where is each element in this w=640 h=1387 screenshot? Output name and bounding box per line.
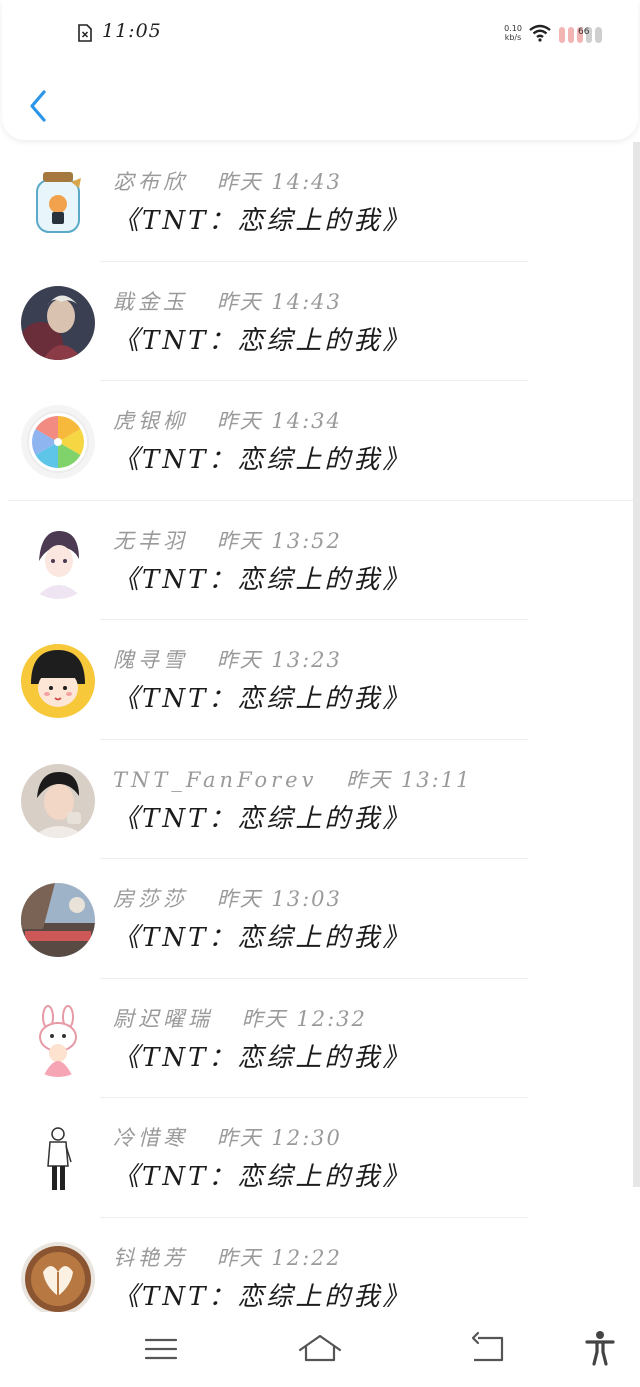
sketch-figure-avatar[interactable] — [21, 1122, 95, 1196]
sender-name: 隗寻雪 — [113, 648, 188, 672]
cartoon-girl-avatar[interactable] — [21, 644, 95, 718]
message-text: 《TNT：恋综上的我》 — [113, 1281, 412, 1312]
home-button[interactable] — [298, 1330, 342, 1366]
sender-name: 冷惜寒 — [113, 1126, 188, 1150]
no-sim-icon — [78, 24, 92, 42]
message-time: 昨天 12:30 — [216, 1126, 342, 1150]
young-man-avatar[interactable] — [21, 763, 95, 838]
sender-name: TNT_FanForev — [113, 767, 318, 792]
sender-name: 宓布欣 — [113, 170, 188, 194]
message-item[interactable]: TNT_FanForev 昨天 13:11 《TNT：恋综上的我》 — [0, 740, 633, 859]
back-arrow-icon — [471, 1331, 504, 1362]
anime-boy-avatar[interactable] — [21, 524, 95, 599]
sender-name: 戢金玉 — [113, 289, 188, 314]
accessibility-icon — [585, 1331, 615, 1366]
citrus-slice-avatar[interactable] — [21, 405, 95, 479]
back-button[interactable] — [22, 84, 54, 128]
message-text: 《TNT：恋综上的我》 — [113, 684, 412, 714]
sender-name: 房莎莎 — [113, 887, 188, 911]
message-time: 昨天 13:11 — [346, 767, 472, 792]
wifi-icon — [529, 24, 551, 42]
message-item[interactable]: 冷惜寒 昨天 12:30 《TNT：恋综上的我》 — [0, 1098, 633, 1218]
message-time: 昨天 13:03 — [216, 887, 342, 911]
message-time: 昨天 13:23 — [216, 648, 342, 672]
message-list-screen: 11:05 0.10 kb/s 66 宓布欣 昨天 14:43 《TNT：恋综上… — [0, 0, 640, 1387]
message-item[interactable]: 虎银柳 昨天 14:34 《TNT：恋综上的我》 — [0, 381, 633, 501]
message-time: 昨天 14:43 — [216, 289, 342, 314]
message-item[interactable]: 无丰羽 昨天 13:52 《TNT：恋综上的我》 — [0, 501, 633, 620]
bunny-girl-avatar[interactable] — [21, 1002, 95, 1077]
navigation-bar — [0, 1312, 640, 1387]
battery-level: 66 — [578, 27, 590, 37]
chevron-left-icon — [30, 90, 46, 122]
status-time: 11:05 — [102, 20, 162, 42]
message-time: 昨天 12:32 — [241, 1006, 367, 1031]
sender-name: 虎银柳 — [113, 409, 188, 433]
message-time: 昨天 13:52 — [216, 528, 342, 553]
message-text: 《TNT：恋综上的我》 — [113, 803, 412, 834]
menu-icon — [144, 1338, 178, 1360]
message-time: 昨天 12:22 — [216, 1245, 342, 1270]
home-icon — [298, 1334, 342, 1362]
message-text: 《TNT：恋综上的我》 — [113, 325, 412, 356]
message-text: 《TNT：恋综上的我》 — [113, 1162, 412, 1192]
message-item[interactable]: 钭艳芳 昨天 12:22 《TNT：恋综上的我》 — [0, 1218, 633, 1312]
sender-name: 无丰羽 — [113, 528, 188, 553]
game-hero-avatar[interactable] — [21, 285, 95, 360]
net-speed-value: 0.10 — [504, 24, 522, 33]
message-item[interactable]: 房莎莎 昨天 13:03 《TNT：恋综上的我》 — [0, 859, 633, 979]
message-time: 昨天 14:34 — [216, 409, 342, 433]
message-time: 昨天 14:43 — [216, 170, 342, 194]
sender-name: 钭艳芳 — [113, 1245, 188, 1270]
message-text: 《TNT：恋综上的我》 — [113, 445, 412, 475]
message-item[interactable]: 戢金玉 昨天 14:43 《TNT：恋综上的我》 — [0, 262, 633, 381]
message-text: 《TNT：恋综上的我》 — [113, 923, 412, 953]
message-text: 《TNT：恋综上的我》 — [113, 206, 412, 236]
message-list: 宓布欣 昨天 14:43 《TNT：恋综上的我》 戢金玉 昨天 14:43 《T… — [0, 142, 633, 1312]
net-speed: 0.10 kb/s — [500, 24, 526, 42]
header: 11:05 0.10 kb/s 66 — [2, 0, 638, 140]
back-nav-button[interactable] — [466, 1330, 510, 1366]
scrollbar[interactable] — [633, 142, 640, 1187]
accessibility-button[interactable] — [578, 1330, 622, 1366]
message-text: 《TNT：恋综上的我》 — [113, 1042, 412, 1073]
jar-figurine-avatar[interactable] — [21, 166, 95, 240]
message-item[interactable]: 尉迟曜瑞 昨天 12:32 《TNT：恋综上的我》 — [0, 979, 633, 1098]
message-item[interactable]: 宓布欣 昨天 14:43 《TNT：恋综上的我》 — [0, 142, 633, 262]
sender-name: 尉迟曜瑞 — [113, 1006, 213, 1031]
street-photo-avatar[interactable] — [21, 883, 95, 957]
menu-button[interactable] — [139, 1330, 183, 1366]
net-speed-unit: kb/s — [504, 33, 522, 42]
status-bar: 11:05 0.10 kb/s 66 — [2, 18, 638, 50]
message-text: 《TNT：恋综上的我》 — [113, 564, 412, 595]
latte-art-avatar[interactable] — [21, 1241, 95, 1312]
message-item[interactable]: 隗寻雪 昨天 13:23 《TNT：恋综上的我》 — [0, 620, 633, 740]
